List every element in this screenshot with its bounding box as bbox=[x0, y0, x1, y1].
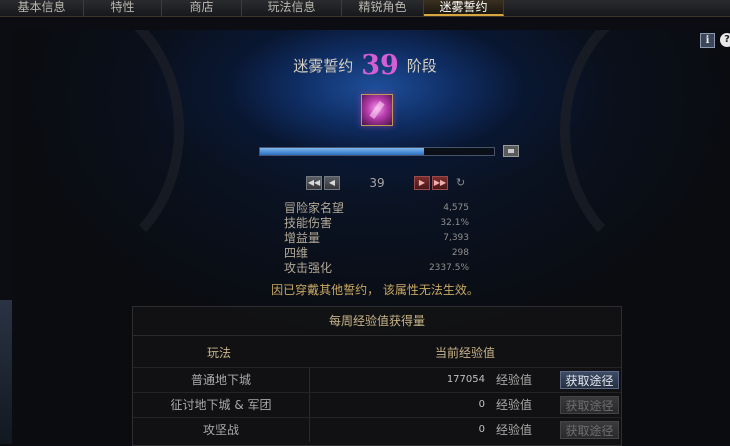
stat-value: 32.1% bbox=[440, 218, 469, 228]
tab-gameplay-info[interactable]: 玩法信息 bbox=[242, 0, 342, 16]
stat-row: 技能伤害 32.1% bbox=[284, 216, 469, 231]
row-exp-value: 177054 bbox=[446, 374, 485, 385]
next-page-button[interactable]: ▶ bbox=[414, 176, 430, 190]
row-mode: 普通地下城 bbox=[133, 368, 310, 392]
prev-page-button[interactable]: ◀ bbox=[324, 176, 340, 190]
title-prefix: 迷雾誓约 bbox=[293, 57, 354, 75]
table-row: 征讨地下城 & 军团 0 经验值 获取途径 bbox=[133, 392, 621, 417]
stat-label: 四维 bbox=[284, 246, 309, 260]
column-header-mode: 玩法 bbox=[207, 346, 232, 360]
stage-page-number: 39 bbox=[369, 176, 385, 190]
table-row: 攻坚战 0 经验值 获取途径 bbox=[133, 417, 621, 442]
row-exp-unit: 经验值 bbox=[496, 373, 533, 387]
stage-progress-bar bbox=[259, 147, 495, 156]
progress-fill bbox=[260, 148, 424, 155]
column-header-exp: 当前经验值 bbox=[435, 346, 496, 360]
stage-number: 39 bbox=[361, 50, 399, 81]
stat-value: 2337.5% bbox=[428, 263, 469, 273]
get-path-button[interactable]: 获取途径 bbox=[560, 396, 619, 414]
stat-label: 技能伤害 bbox=[284, 216, 333, 230]
tab-elite-characters[interactable]: 精锐角色 bbox=[342, 0, 424, 16]
weekly-exp-panel: 每周经验值获得量 玩法 当前经验值 普通地下城 177054 经验值 获取途径 … bbox=[132, 306, 622, 446]
reward-chest-icon[interactable] bbox=[503, 145, 519, 157]
row-mode: 征讨地下城 & 军团 bbox=[133, 393, 310, 417]
stat-row: 冒险家名望 4,575 bbox=[284, 201, 469, 216]
first-page-button[interactable]: ◀◀ bbox=[306, 176, 322, 190]
row-exp-value: 0 bbox=[478, 424, 485, 435]
title-suffix: 阶段 bbox=[406, 57, 437, 75]
stat-row: 四维 298 bbox=[284, 246, 469, 261]
tab-basic-info[interactable]: 基本信息 bbox=[0, 0, 84, 16]
side-decoration bbox=[0, 300, 12, 444]
table-row: 普通地下城 177054 经验值 获取途径 bbox=[133, 367, 621, 392]
row-exp-unit: 经验值 bbox=[496, 398, 533, 412]
stat-label: 增益量 bbox=[284, 231, 321, 245]
oath-warning-text: 因已穿戴其他誓约， 该属性无法生效。 bbox=[271, 283, 479, 297]
tab-mist-oath[interactable]: 迷雾誓约 bbox=[424, 0, 504, 16]
last-page-button[interactable]: ▶▶ bbox=[432, 176, 448, 190]
stat-label: 冒险家名望 bbox=[284, 201, 345, 215]
stat-value: 298 bbox=[451, 248, 469, 258]
stat-row: 增益量 7,393 bbox=[284, 231, 469, 246]
stat-row: 攻击强化 2337.5% bbox=[284, 261, 469, 276]
panel-title: 每周经验值获得量 bbox=[133, 307, 621, 336]
stat-value: 4,575 bbox=[443, 203, 469, 213]
stat-label: 攻击强化 bbox=[284, 261, 333, 275]
page-title: 迷雾誓约 39 阶段 bbox=[0, 50, 730, 81]
stat-value: 7,393 bbox=[443, 233, 469, 243]
row-exp-unit: 经验值 bbox=[496, 423, 533, 437]
info-icon[interactable]: i bbox=[700, 33, 715, 48]
get-path-button[interactable]: 获取途径 bbox=[560, 371, 619, 389]
tab-shop[interactable]: 商店 bbox=[162, 0, 242, 16]
help-icon[interactable]: ? bbox=[720, 33, 730, 47]
stats-list: 冒险家名望 4,575 技能伤害 32.1% 增益量 7,393 四维 298 攻击强化… bbox=[284, 201, 469, 276]
tab-traits[interactable]: 特性 bbox=[84, 0, 162, 16]
get-path-button[interactable]: 获取途径 bbox=[560, 421, 619, 439]
row-mode: 攻坚战 bbox=[133, 418, 310, 442]
oath-gem-icon[interactable] bbox=[361, 94, 393, 126]
tab-bar: 基本信息 特性 商店 玩法信息 精锐角色 迷雾誓约 bbox=[0, 0, 730, 17]
refresh-icon[interactable]: ↻ bbox=[456, 176, 465, 189]
row-exp-value: 0 bbox=[478, 399, 485, 410]
